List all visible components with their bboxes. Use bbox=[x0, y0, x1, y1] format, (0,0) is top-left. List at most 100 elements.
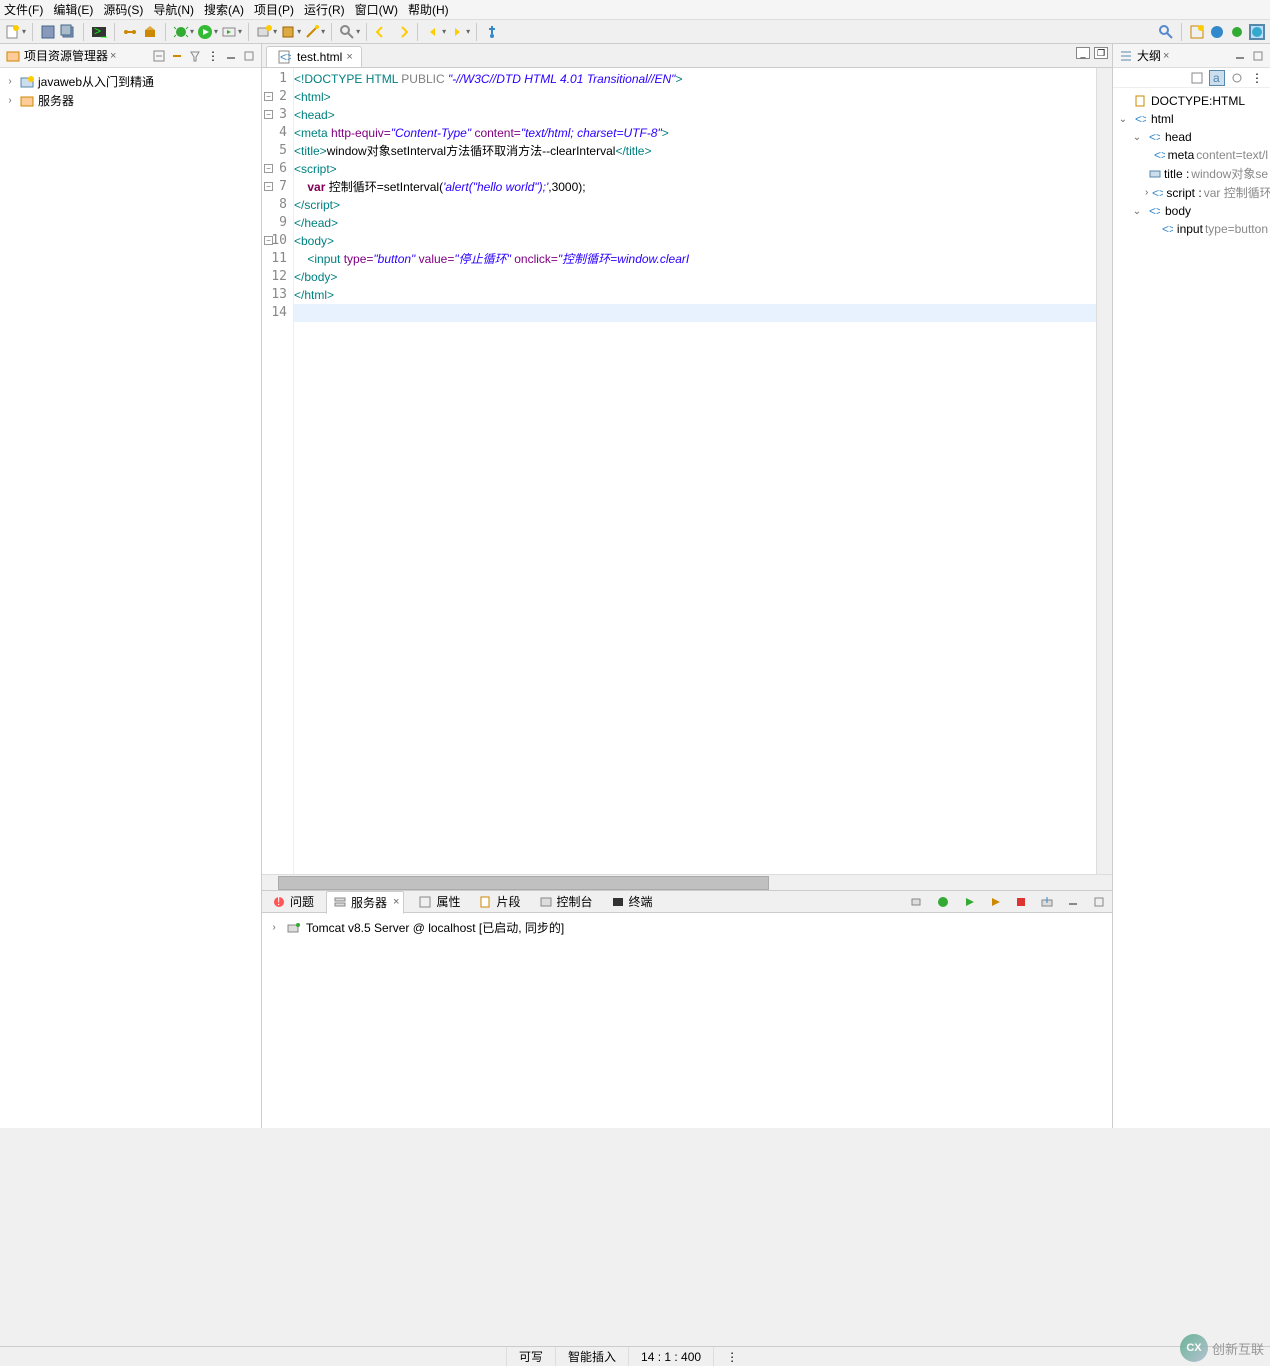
menu-source[interactable]: 源码(S) bbox=[103, 1, 143, 18]
server-profile-icon[interactable] bbox=[987, 894, 1003, 910]
close-icon[interactable]: × bbox=[110, 50, 116, 62]
dropdown-icon[interactable]: ▾ bbox=[297, 27, 301, 36]
save-icon[interactable] bbox=[40, 24, 56, 40]
menu-search[interactable]: 搜索(A) bbox=[204, 1, 244, 18]
dropdown-icon[interactable]: ▾ bbox=[238, 27, 242, 36]
code-editor[interactable]: 12−3−456−7−8910−11121314 <!DOCTYPE HTML … bbox=[262, 68, 1112, 874]
tree-item[interactable]: › 服务器 bbox=[2, 91, 259, 110]
new-server-icon[interactable] bbox=[256, 24, 272, 40]
outline-item[interactable]: ⌄<>head bbox=[1113, 128, 1270, 146]
outline-item[interactable]: <>meta content=text/l bbox=[1113, 146, 1270, 164]
vertical-scrollbar[interactable] bbox=[1096, 68, 1112, 874]
perspective-jee-icon[interactable] bbox=[1209, 24, 1225, 40]
server-start-icon[interactable] bbox=[961, 894, 977, 910]
expand-icon[interactable]: › bbox=[4, 76, 16, 87]
outline-item[interactable]: ›<>script : var 控制循环 bbox=[1113, 183, 1270, 202]
maximize-icon[interactable] bbox=[1091, 894, 1107, 910]
run-last-icon[interactable] bbox=[221, 24, 237, 40]
run-icon[interactable] bbox=[197, 24, 213, 40]
collapse-icon[interactable] bbox=[1189, 70, 1205, 86]
search-tool-icon[interactable] bbox=[339, 24, 355, 40]
dropdown-icon[interactable]: ▾ bbox=[22, 27, 26, 36]
outline-item[interactable]: title : window对象se bbox=[1113, 164, 1270, 183]
server-publish-icon[interactable] bbox=[1039, 894, 1055, 910]
quick-access-icon[interactable] bbox=[1158, 24, 1174, 40]
status-bar: 可写 智能插入 14 : 1 : 400 ⋮ bbox=[0, 1346, 1270, 1366]
tree-item[interactable]: › javaweb从入门到精通 bbox=[2, 72, 259, 91]
new-icon[interactable] bbox=[5, 24, 21, 40]
collapse-all-icon[interactable] bbox=[152, 49, 166, 63]
menu-window[interactable]: 窗口(W) bbox=[355, 1, 398, 18]
perspective-open-icon[interactable] bbox=[1189, 24, 1205, 40]
expand-icon[interactable]: › bbox=[4, 95, 16, 106]
close-icon[interactable]: × bbox=[346, 51, 352, 63]
minimize-icon[interactable]: _ bbox=[1076, 47, 1090, 59]
menu-bar: 文件(F) 编辑(E) 源码(S) 导航(N) 搜索(A) 项目(P) 运行(R… bbox=[0, 0, 1270, 20]
link-icon[interactable] bbox=[122, 24, 138, 40]
tab-terminal[interactable]: 终端 bbox=[605, 891, 657, 912]
expand-icon[interactable]: › bbox=[268, 922, 280, 933]
server-new-icon[interactable] bbox=[909, 894, 925, 910]
package-icon[interactable] bbox=[280, 24, 296, 40]
tab-snippets[interactable]: 片段 bbox=[472, 891, 524, 912]
tab-problems[interactable]: !问题 bbox=[266, 891, 318, 912]
dropdown-icon[interactable]: ▾ bbox=[321, 27, 325, 36]
tree-item-label: javaweb从入门到精通 bbox=[38, 73, 154, 90]
svg-text:>_: >_ bbox=[94, 24, 107, 38]
menu-file[interactable]: 文件(F) bbox=[4, 1, 43, 18]
outline-item[interactable]: <>input type=button bbox=[1113, 220, 1270, 238]
server-debug-icon[interactable] bbox=[935, 894, 951, 910]
perspective-debug-icon[interactable] bbox=[1229, 24, 1245, 40]
menu-help[interactable]: 帮助(H) bbox=[408, 1, 449, 18]
minimize-icon[interactable] bbox=[224, 49, 238, 63]
dropdown-icon[interactable]: ▾ bbox=[214, 27, 218, 36]
minimize-icon[interactable] bbox=[1065, 894, 1081, 910]
back-icon[interactable] bbox=[425, 24, 441, 40]
tab-console[interactable]: 控制台 bbox=[533, 891, 597, 912]
wizard-icon[interactable] bbox=[304, 24, 320, 40]
project-tree[interactable]: › javaweb从入门到精通 › 服务器 bbox=[0, 68, 261, 1128]
dropdown-icon[interactable]: ▾ bbox=[190, 27, 194, 36]
view-menu-icon[interactable]: ⋮ bbox=[206, 49, 220, 63]
server-stop-icon[interactable] bbox=[1013, 894, 1029, 910]
maximize-icon[interactable]: ❐ bbox=[1094, 47, 1108, 59]
minimize-icon[interactable] bbox=[1233, 49, 1247, 63]
close-icon[interactable]: × bbox=[1163, 50, 1169, 62]
dropdown-icon[interactable]: ▾ bbox=[442, 27, 446, 36]
maximize-icon[interactable] bbox=[1251, 49, 1265, 63]
outline-item[interactable]: ⌄<>body bbox=[1113, 202, 1270, 220]
debug-icon[interactable] bbox=[173, 24, 189, 40]
prev-edit-icon[interactable] bbox=[374, 24, 390, 40]
tab-servers[interactable]: 服务器× bbox=[326, 891, 404, 914]
server-item[interactable]: › Tomcat v8.5 Server @ localhost [已启动, 同… bbox=[266, 917, 1108, 938]
build-icon[interactable] bbox=[142, 24, 158, 40]
outline-item[interactable]: ⌄<>html bbox=[1113, 110, 1270, 128]
filter-outline-icon[interactable] bbox=[1229, 70, 1245, 86]
dropdown-icon[interactable]: ▾ bbox=[356, 27, 360, 36]
editor-tab[interactable]: <> test.html × bbox=[266, 46, 362, 67]
menu-nav[interactable]: 导航(N) bbox=[153, 1, 194, 18]
menu-run[interactable]: 运行(R) bbox=[304, 1, 345, 18]
dropdown-icon[interactable]: ▾ bbox=[273, 27, 277, 36]
menu-project[interactable]: 项目(P) bbox=[254, 1, 294, 18]
dropdown-icon[interactable]: ▾ bbox=[466, 27, 470, 36]
html-file-icon: <> bbox=[276, 49, 292, 65]
tab-properties[interactable]: 属性 bbox=[412, 891, 464, 912]
project-explorer-panel: 项目资源管理器 × ⋮ › javaweb从入门到精通 › 服务器 bbox=[0, 44, 262, 1128]
maximize-icon[interactable] bbox=[242, 49, 256, 63]
outline-item[interactable]: DOCTYPE:HTML bbox=[1113, 92, 1270, 110]
perspective-web-icon[interactable] bbox=[1249, 24, 1265, 40]
horizontal-scrollbar[interactable] bbox=[262, 874, 1112, 890]
view-menu-icon[interactable]: ⋮ bbox=[1249, 70, 1265, 86]
pin-icon[interactable] bbox=[484, 24, 500, 40]
terminal-icon[interactable]: >_ bbox=[91, 24, 107, 40]
save-all-icon[interactable] bbox=[60, 24, 76, 40]
sort-icon[interactable]: a bbox=[1209, 70, 1225, 86]
problems-icon: ! bbox=[271, 894, 287, 910]
link-editor-icon[interactable] bbox=[170, 49, 184, 63]
forward-icon[interactable] bbox=[449, 24, 465, 40]
menu-edit[interactable]: 编辑(E) bbox=[53, 1, 93, 18]
close-icon[interactable]: × bbox=[393, 896, 399, 908]
filter-icon[interactable] bbox=[188, 49, 202, 63]
next-edit-icon[interactable] bbox=[394, 24, 410, 40]
